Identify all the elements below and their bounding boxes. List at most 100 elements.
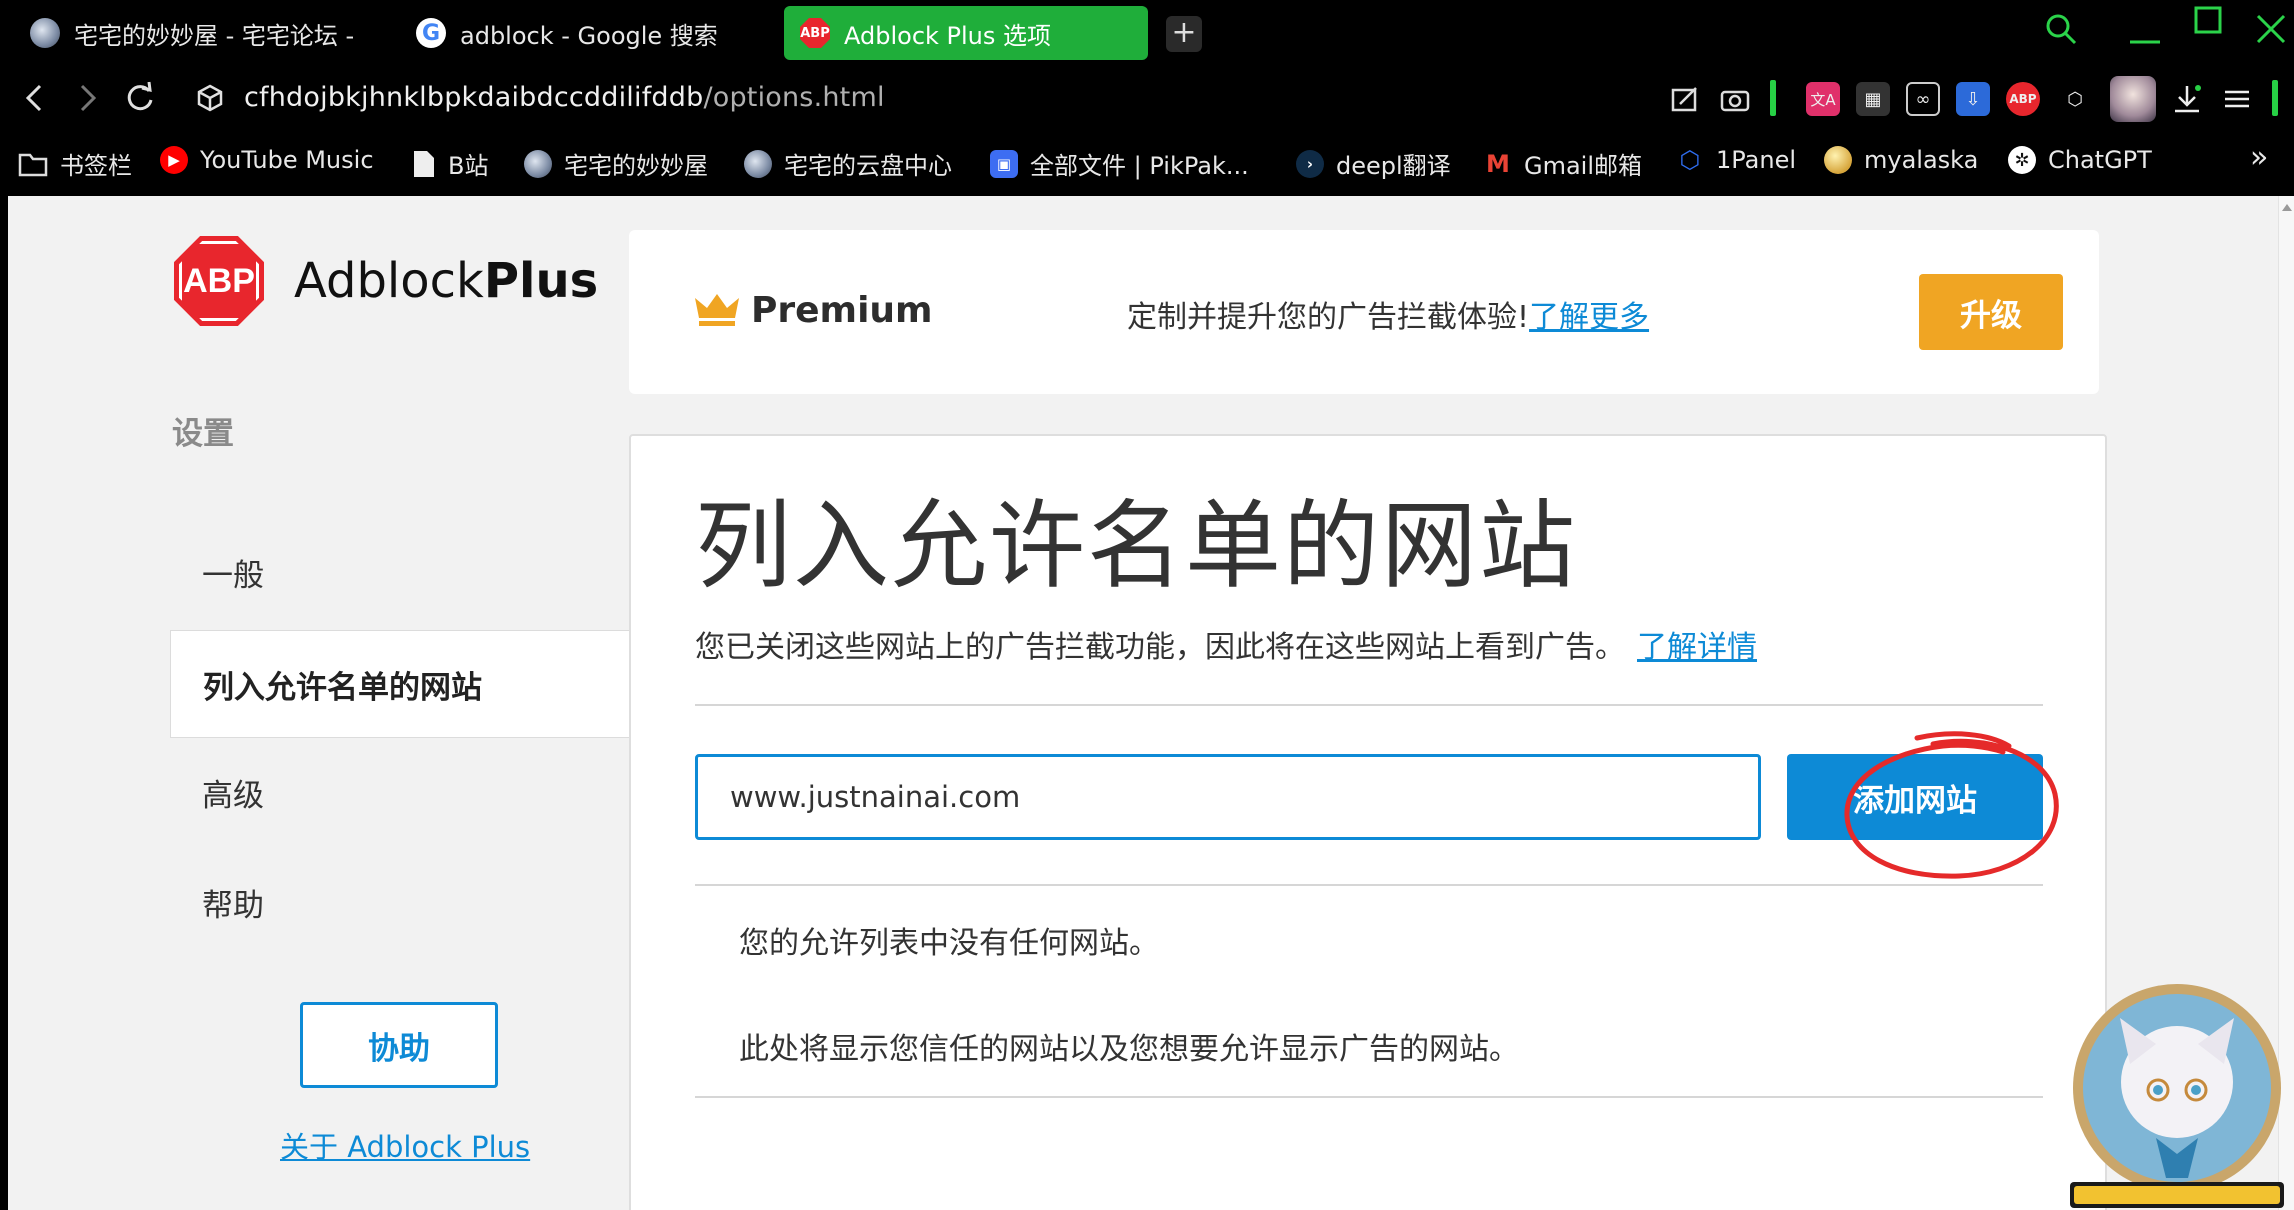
url-host: cfhdojbkjhnklbpkdaibdccddilifddb: [244, 82, 704, 113]
tab-title: 宅宅的妙妙屋 - 宅宅论坛 -: [74, 21, 355, 50]
website-input[interactable]: www.justnainai.com: [695, 754, 1761, 840]
reload-icon[interactable]: [118, 76, 162, 120]
tab-forum[interactable]: 宅宅的妙妙屋 - 宅宅论坛 -: [14, 6, 394, 60]
edit-page-icon[interactable]: [1668, 82, 1702, 116]
page-description: 您已关闭这些网站上的广告拦截功能，因此将在这些网站上看到广告。 了解详情: [695, 630, 1757, 665]
anime-avatar-icon: [524, 149, 552, 178]
1panel-icon: ⬡: [1679, 146, 1701, 174]
empty-hint: 此处将显示您信任的网站以及您想要允许显示广告的网站。: [739, 1032, 1519, 1067]
tab-bar: 宅宅的妙妙屋 - 宅宅论坛 - G adblock - Google 搜索 AB…: [0, 0, 2294, 66]
tab-title: adblock - Google 搜索: [460, 21, 718, 50]
glasses-icon[interactable]: ∞: [1906, 82, 1940, 116]
sidebar-heading: 设置: [172, 416, 234, 452]
bookmark-deepl[interactable]: › deepl翻译: [1296, 146, 1451, 181]
premium-text: 定制并提升您的广告拦截体验!了解更多: [1127, 300, 1650, 335]
sidebar-item-label: 高级: [202, 777, 264, 814]
bookmark-1panel[interactable]: ⬡ 1Panel: [1676, 146, 1797, 174]
url-path: /options.html: [703, 82, 885, 113]
about-link[interactable]: 关于 Adblock Plus: [280, 1124, 530, 1166]
clapper-icon[interactable]: ▦: [1856, 82, 1890, 116]
url-field[interactable]: cfhdojbkjhnklbpkdaibdccddilifddb/options…: [244, 82, 885, 113]
forward-icon[interactable]: [66, 76, 110, 120]
tab-title: Adblock Plus 选项: [844, 21, 1052, 50]
maximize-icon[interactable]: [2192, 4, 2226, 38]
download-icon[interactable]: [2170, 82, 2204, 116]
globe-icon: [1824, 146, 1852, 174]
bookmark-folder[interactable]: 书签栏: [18, 146, 132, 181]
bookmark-label: myalaska: [1864, 146, 1979, 174]
bookmark-label: deepl翻译: [1336, 152, 1451, 180]
sidebar-item-advanced[interactable]: 高级: [170, 738, 632, 846]
close-icon[interactable]: [2254, 12, 2288, 46]
bookmark-label: 宅宅的云盘中心: [784, 152, 952, 180]
premium-banner: Premium 定制并提升您的广告拦截体验!了解更多 升级: [629, 230, 2099, 394]
address-bar: cfhdojbkjhnklbpkdaibdccddilifddb/options…: [0, 66, 2294, 132]
bookmarks-bar: 书签栏 ▶ YouTube Music B站 宅宅的妙妙屋 宅宅的云盘中心 ▣ …: [0, 132, 2294, 194]
menu-icon[interactable]: [2220, 82, 2254, 116]
search-tabs-icon[interactable]: [2044, 12, 2078, 46]
back-icon[interactable]: [12, 76, 56, 120]
learn-details-link[interactable]: 了解详情: [1637, 630, 1757, 665]
bookmark-youtube-music[interactable]: ▶ YouTube Music: [160, 146, 374, 174]
anime-avatar-icon: [744, 149, 772, 178]
bookmark-pikpak[interactable]: ▣ 全部文件 | PikPak...: [990, 146, 1249, 181]
add-website-button[interactable]: 添加网站: [1787, 754, 2043, 840]
extension-cube-icon: [197, 84, 223, 112]
document-icon: [414, 150, 434, 177]
minimize-icon[interactable]: [2128, 14, 2162, 48]
abp-logo-icon: ABP: [174, 236, 264, 326]
bookmark-label: ChatGPT: [2048, 146, 2152, 174]
premium-title: Premium: [751, 290, 933, 331]
folder-icon: [18, 153, 48, 176]
sidebar-item-allowlist[interactable]: 列入允许名单的网站: [170, 630, 632, 738]
abp-icon: ABP: [800, 18, 830, 48]
page-title: 列入允许名单的网站: [695, 490, 1577, 602]
empty-message: 您的允许列表中没有任何网站。: [739, 926, 1159, 961]
translate-icon[interactable]: 文A: [1806, 82, 1840, 116]
chatgpt-icon: ✲: [2008, 146, 2036, 174]
sidebar-item-help[interactable]: 帮助: [170, 848, 632, 956]
download-box-icon[interactable]: ⇩: [1956, 82, 1990, 116]
anime-avatar-icon: [30, 18, 60, 48]
bookmark-bilibili[interactable]: B站: [412, 146, 488, 181]
new-tab-button[interactable]: +: [1166, 16, 1202, 52]
contribute-button[interactable]: 协助: [300, 1002, 498, 1088]
adblock-plus-logo: ABP AdblockPlus: [174, 236, 598, 326]
bookmark-myalaska[interactable]: myalaska: [1824, 146, 1978, 174]
divider: [695, 704, 2043, 706]
bookmark-label: 书签栏: [60, 152, 132, 180]
bookmark-label: Gmail邮箱: [1524, 152, 1643, 180]
tab-google[interactable]: G adblock - Google 搜索: [400, 6, 726, 60]
bookmark-label: B站: [448, 152, 489, 180]
bookmark-cloud[interactable]: 宅宅的云盘中心: [744, 146, 952, 181]
allowlist-empty-state: 您的允许列表中没有任何网站。 此处将显示您信任的网站以及您想要允许显示广告的网站…: [695, 884, 2043, 1098]
logo-wordmark: AdblockPlus: [294, 253, 599, 309]
sidebar-item-label: 列入允许名单的网站: [203, 669, 482, 706]
bookmark-gmail[interactable]: M Gmail邮箱: [1484, 146, 1642, 181]
sidebar-item-label: 一般: [202, 557, 264, 594]
bookmark-chatgpt[interactable]: ✲ ChatGPT: [2008, 146, 2152, 174]
upgrade-button[interactable]: 升级: [1919, 274, 2063, 350]
google-icon: G: [416, 18, 446, 48]
cube-icon[interactable]: ⬡: [2058, 82, 2092, 116]
abp-icon[interactable]: ABP: [2006, 82, 2040, 116]
learn-more-link[interactable]: 了解更多: [1529, 300, 1649, 335]
youtube-music-icon: ▶: [160, 146, 188, 174]
bookmark-label: 1Panel: [1716, 146, 1797, 174]
tab-adblock-options[interactable]: ABP Adblock Plus 选项: [784, 6, 1148, 60]
sidebar-item-general[interactable]: 一般: [170, 518, 632, 626]
bookmark-label: YouTube Music: [200, 146, 374, 174]
gmail-icon: M: [1486, 149, 1510, 178]
more-bookmarks-button[interactable]: »: [2250, 140, 2268, 175]
crown-icon: [695, 294, 739, 326]
bookmark-zhaizhai[interactable]: 宅宅的妙妙屋: [524, 146, 708, 181]
anime-avatar-watermark: [2070, 984, 2284, 1208]
allowlist-card: 列入允许名单的网站 您已关闭这些网站上的广告拦截功能，因此将在这些网站上看到广告…: [629, 434, 2107, 1210]
camera-icon[interactable]: [1718, 82, 1752, 116]
sidebar-item-label: 帮助: [202, 887, 264, 924]
scroll-up-icon[interactable]: [2282, 204, 2292, 211]
deepl-icon: ›: [1296, 149, 1324, 178]
profile-avatar-icon[interactable]: [2110, 76, 2156, 122]
bookmark-label: 宅宅的妙妙屋: [564, 152, 708, 180]
options-page: ABP AdblockPlus 设置 一般 列入允许名单的网站 高级 帮助 协助…: [8, 196, 2278, 1210]
